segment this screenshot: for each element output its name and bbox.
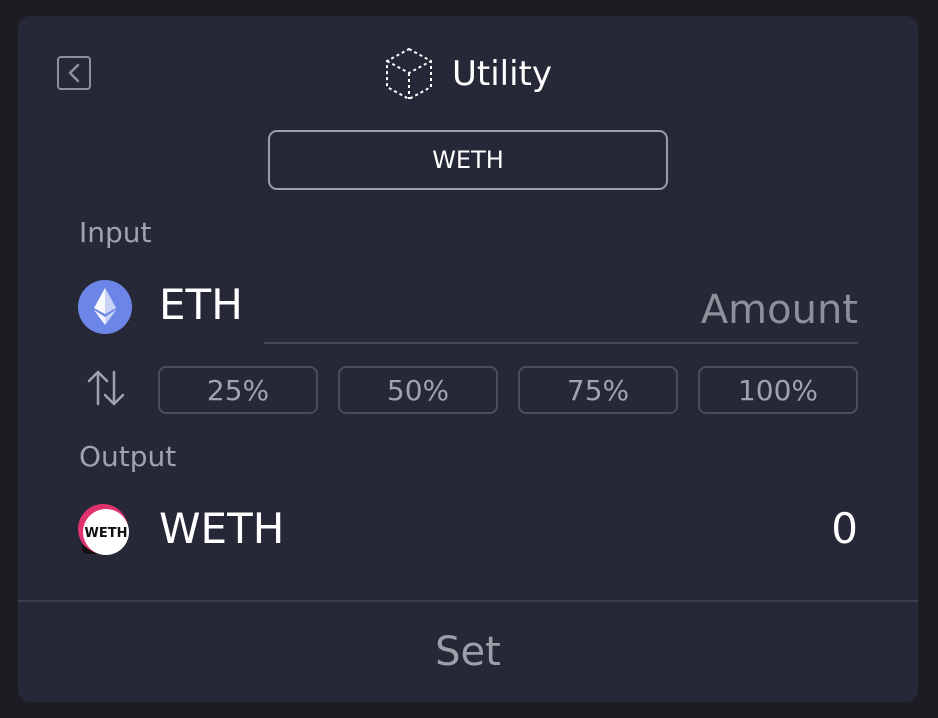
set-button[interactable]: Set bbox=[18, 602, 918, 702]
percent-100-button[interactable]: 100% bbox=[698, 366, 858, 414]
output-section-label: Output bbox=[79, 440, 177, 473]
input-section-label: Input bbox=[79, 216, 152, 249]
token-selector[interactable]: WETH bbox=[268, 130, 668, 190]
swap-vertical-icon[interactable] bbox=[84, 368, 128, 408]
percent-50-button[interactable]: 50% bbox=[338, 366, 498, 414]
header: Utility bbox=[18, 46, 918, 102]
cube-icon bbox=[385, 47, 432, 101]
amount-input[interactable] bbox=[264, 278, 858, 344]
input-token-name[interactable]: ETH bbox=[159, 280, 243, 329]
weth-icon: WETH bbox=[78, 504, 129, 555]
page-title: Utility bbox=[451, 54, 552, 94]
utility-card: Utility WETH Input ETH 25% 50% 75% 100% … bbox=[18, 16, 918, 702]
output-token-name[interactable]: WETH bbox=[159, 504, 284, 553]
percent-75-button[interactable]: 75% bbox=[518, 366, 678, 414]
output-value: 0 bbox=[831, 504, 858, 553]
percent-25-button[interactable]: 25% bbox=[158, 366, 318, 414]
weth-icon-text: WETH bbox=[85, 526, 128, 541]
ethereum-icon bbox=[78, 280, 132, 334]
